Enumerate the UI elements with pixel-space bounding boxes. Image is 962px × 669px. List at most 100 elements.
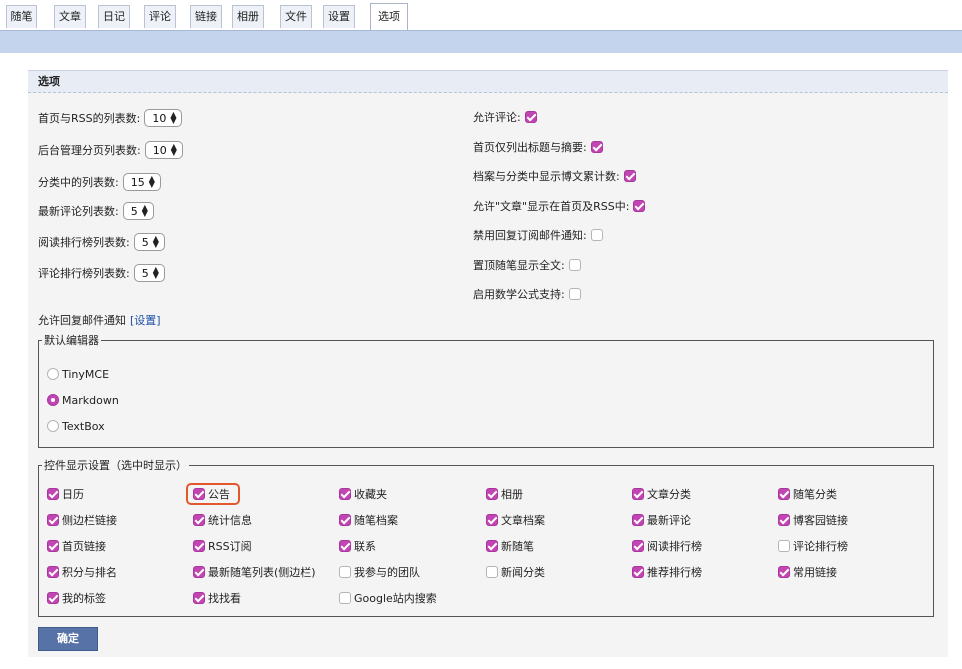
tab-diary[interactable]: 日记 bbox=[98, 5, 130, 28]
show-post-counts-checkbox[interactable] bbox=[623, 170, 636, 182]
widget-comment-ranking[interactable]: 评论排行榜 bbox=[778, 538, 848, 554]
widget-my-teams[interactable]: 我参与的团队 bbox=[339, 564, 420, 580]
tab-links[interactable]: 链接 bbox=[190, 5, 222, 28]
widget-common-links[interactable]: 常用链接 bbox=[778, 564, 837, 580]
editor-option-textbox[interactable]: TextBox bbox=[47, 416, 105, 436]
widget-album[interactable]: 相册 bbox=[486, 486, 523, 502]
widget-cnblogs-links[interactable]: 博客园链接 bbox=[778, 512, 848, 528]
stepper-value: 5 bbox=[130, 204, 138, 218]
widget-article-categories[interactable]: 文章分类 bbox=[632, 486, 691, 502]
widget-checkbox[interactable] bbox=[486, 566, 498, 578]
widget-read-ranking[interactable]: 阅读排行榜 bbox=[632, 538, 702, 554]
widget-score-rank[interactable]: 积分与排名 bbox=[47, 564, 117, 580]
tab-settings[interactable]: 设置 bbox=[323, 5, 355, 28]
widget-checkbox[interactable] bbox=[339, 540, 351, 552]
tab-articles[interactable]: 文章 bbox=[54, 5, 86, 28]
default-editor-legend: 默认编辑器 bbox=[44, 334, 99, 347]
widget-article-archive[interactable]: 文章档案 bbox=[486, 512, 545, 528]
widget-calendar[interactable]: 日历 bbox=[47, 486, 84, 502]
home-rss-count-select[interactable]: 10 ▲ ▼ bbox=[144, 109, 183, 127]
widget-checkbox[interactable] bbox=[47, 514, 59, 526]
widget-my-tags[interactable]: 我的标签 bbox=[47, 590, 106, 606]
widget-checkbox[interactable] bbox=[339, 566, 351, 578]
widget-checkbox[interactable] bbox=[193, 592, 205, 604]
panel-title: 选项 bbox=[28, 70, 948, 93]
widget-label: 阅读排行榜 bbox=[647, 540, 702, 553]
widget-announcement[interactable]: 公告 bbox=[193, 486, 230, 502]
stepper-value: 10 bbox=[152, 143, 167, 157]
widget-checkbox[interactable] bbox=[47, 592, 59, 604]
widget-google-search[interactable]: Google站内搜索 bbox=[339, 590, 437, 606]
widget-checkbox[interactable] bbox=[47, 488, 59, 500]
widget-post-categories[interactable]: 随笔分类 bbox=[778, 486, 837, 502]
disable-reply-email-checkbox[interactable] bbox=[590, 229, 603, 241]
widget-statistics[interactable]: 统计信息 bbox=[193, 512, 252, 528]
math-support-checkbox[interactable] bbox=[568, 288, 581, 300]
pinned-fulltext-checkbox[interactable] bbox=[568, 259, 581, 271]
widget-news-categories[interactable]: 新闻分类 bbox=[486, 564, 545, 580]
editor-option-label: TinyMCE bbox=[62, 367, 110, 381]
widget-checkbox[interactable] bbox=[193, 566, 205, 578]
widget-rss[interactable]: RSS订阅 bbox=[193, 538, 252, 554]
widget-contact[interactable]: 联系 bbox=[339, 538, 376, 554]
tab-options[interactable]: 选项 bbox=[370, 3, 408, 30]
widget-label: 新随笔 bbox=[501, 540, 534, 553]
widget-checkbox[interactable] bbox=[778, 566, 790, 578]
widget-checkbox[interactable] bbox=[193, 514, 205, 526]
widget-checkbox[interactable] bbox=[632, 566, 644, 578]
tab-posts[interactable]: 随笔 bbox=[6, 5, 37, 28]
setting-label: 分类中的列表数: bbox=[38, 176, 119, 189]
widget-checkbox[interactable] bbox=[632, 540, 644, 552]
widget-checkbox[interactable] bbox=[486, 540, 498, 552]
widget-checkbox[interactable] bbox=[778, 488, 790, 500]
widget-sidebar-links[interactable]: 侧边栏链接 bbox=[47, 512, 117, 528]
read-rank-count-select[interactable]: 5 ▲ ▼ bbox=[133, 233, 165, 251]
widget-checkbox[interactable] bbox=[632, 488, 644, 500]
widget-checkbox[interactable] bbox=[193, 540, 205, 552]
widget-label: 随笔分类 bbox=[793, 488, 837, 501]
widget-checkbox[interactable] bbox=[486, 488, 498, 500]
widget-checkbox[interactable] bbox=[486, 514, 498, 526]
widget-latest-comments[interactable]: 最新评论 bbox=[632, 512, 691, 528]
editor-option-markdown[interactable]: Markdown bbox=[47, 390, 119, 410]
radio-selected-icon[interactable] bbox=[47, 394, 59, 406]
tab-albums[interactable]: 相册 bbox=[232, 5, 264, 28]
widget-checkbox[interactable] bbox=[47, 566, 59, 578]
widget-search[interactable]: 找找看 bbox=[193, 590, 241, 606]
widget-post-archive[interactable]: 随笔档案 bbox=[339, 512, 398, 528]
widget-latest-posts-sidebar[interactable]: 最新随笔列表(侧边栏) bbox=[193, 564, 316, 580]
widget-home-link[interactable]: 首页链接 bbox=[47, 538, 106, 554]
admin-page-count-select[interactable]: 10 ▲ ▼ bbox=[144, 141, 183, 159]
widget-checkbox[interactable] bbox=[339, 488, 351, 500]
submit-button[interactable]: 确定 bbox=[38, 627, 98, 651]
latest-comments-count-select[interactable]: 5 ▲ ▼ bbox=[122, 202, 154, 220]
widget-checkbox[interactable] bbox=[193, 488, 205, 500]
articles-on-home-checkbox[interactable] bbox=[633, 200, 646, 212]
widget-checkbox[interactable] bbox=[632, 514, 644, 526]
stepper-arrows-icon: ▲ ▼ bbox=[148, 174, 155, 189]
widget-favorites[interactable]: 收藏夹 bbox=[339, 486, 387, 502]
widget-checkbox[interactable] bbox=[778, 540, 790, 552]
reply-notice-settings-link[interactable]: [设置] bbox=[130, 312, 161, 328]
comment-rank-count-select[interactable]: 5 ▲ ▼ bbox=[133, 264, 165, 282]
widget-checkbox[interactable] bbox=[339, 514, 351, 526]
widget-checkbox[interactable] bbox=[47, 540, 59, 552]
allow-comments-checkbox[interactable] bbox=[524, 111, 537, 123]
reply-notice: 允许回复邮件通知 [设置] bbox=[38, 310, 161, 330]
widget-label: 日历 bbox=[62, 488, 84, 501]
category-count-select[interactable]: 15 ▲ ▼ bbox=[122, 173, 161, 191]
widget-label: 最新评论 bbox=[647, 514, 691, 527]
widget-label: 我参与的团队 bbox=[354, 566, 420, 579]
tab-comments[interactable]: 评论 bbox=[144, 5, 176, 28]
stepper-value: 5 bbox=[141, 266, 149, 280]
widget-checkbox[interactable] bbox=[339, 592, 351, 604]
radio-icon[interactable] bbox=[47, 368, 59, 380]
home-title-summary-checkbox[interactable] bbox=[590, 141, 603, 153]
widget-new-post[interactable]: 新随笔 bbox=[486, 538, 534, 554]
editor-option-tinymce[interactable]: TinyMCE bbox=[47, 364, 109, 384]
widget-recommend-ranking[interactable]: 推荐排行榜 bbox=[632, 564, 702, 580]
tab-files[interactable]: 文件 bbox=[280, 5, 312, 28]
widget-checkbox[interactable] bbox=[778, 514, 790, 526]
radio-icon[interactable] bbox=[47, 420, 59, 432]
setting-home-title-summary: 首页仅列出标题与摘要: bbox=[473, 137, 603, 157]
